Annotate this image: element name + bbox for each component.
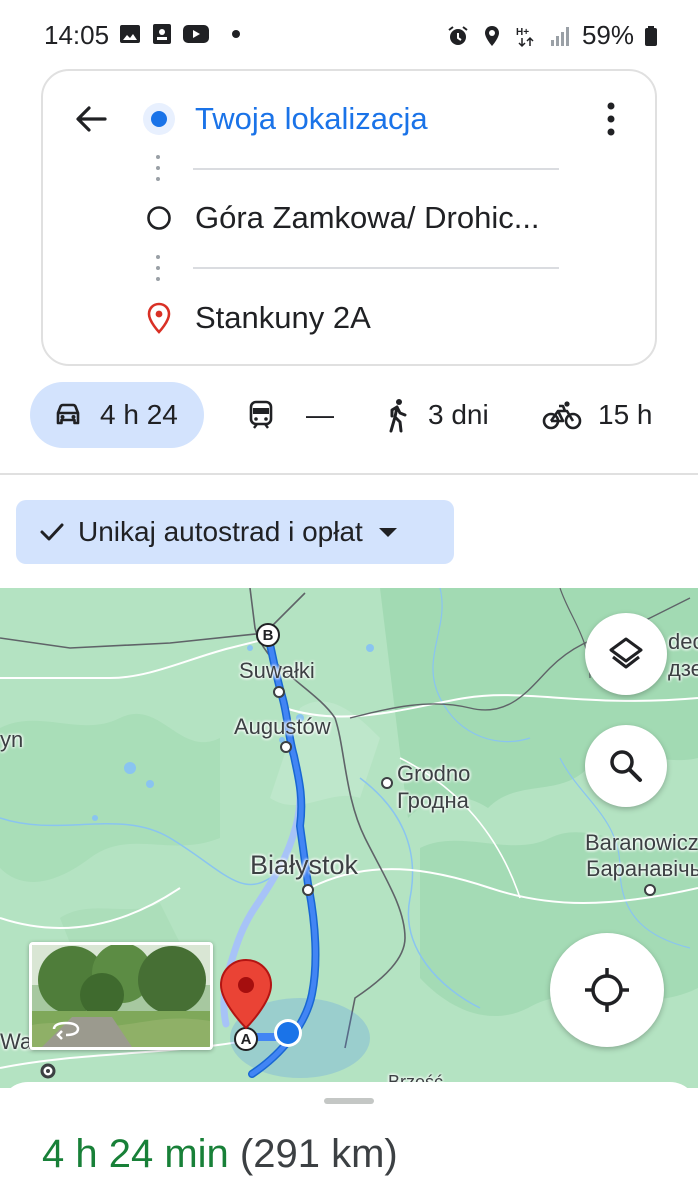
layers-button[interactable] [585,613,667,695]
train-icon [249,400,273,429]
map-label-grodno: Grodno [397,761,471,786]
origin-field[interactable]: Twoja lokalizacja [139,89,569,149]
battery-icon [645,25,657,46]
dot-icon [232,30,240,38]
map-view[interactable]: A B Suwałki Augustów Grodno Гродна Biały… [0,588,698,1088]
gallery-icon [120,25,140,43]
status-right: H+ 59% [446,20,658,51]
bicycle-icon [542,401,582,430]
my-location-button[interactable] [550,933,664,1047]
directions-card: Twoja lokalizacja Góra Zamkowa/ Drohic..… [41,69,657,366]
tab-walk[interactable]: 3 dni [382,382,489,448]
tab-transit-label: — [306,399,334,430]
destination-text: Stankuny 2A [195,300,371,335]
my-location-dot-icon [143,103,175,135]
more-options-icon[interactable] [601,99,621,139]
search-icon [610,750,642,782]
alarm-icon [448,25,468,45]
route-end-marker: B [256,623,280,647]
walking-icon [389,399,407,433]
car-icon [56,403,80,425]
status-bar: 14:05 H+ 59% [0,0,698,70]
avoid-highways-tolls-chip[interactable]: Unikaj autostrad i opłat [16,500,454,564]
map-label-bialystok: Białystok [250,850,359,880]
destination-map-pin-icon[interactable] [218,958,274,1030]
location-icon [484,25,499,46]
layers-icon [609,637,643,669]
back-arrow-icon[interactable] [69,97,113,141]
map-label-yn: yn [0,727,24,752]
field-divider [193,168,559,170]
tab-car-label: 4 h 24 [100,399,178,430]
svg-text:H+: H+ [516,27,529,38]
section-divider [0,473,698,475]
destination-pin-icon [147,302,171,334]
tab-walk-label: 3 dni [428,399,489,430]
origin-text: Twoja lokalizacja [195,101,428,136]
check-icon [40,523,64,541]
tab-bike-label: 15 h [598,399,653,430]
destination-field[interactable]: Stankuny 2A [139,288,569,348]
map-label-augustow: Augustów [234,714,331,739]
route-distance: (291 km) [239,1132,398,1176]
street-view-thumbnail[interactable] [29,942,213,1050]
tab-bike[interactable]: 15 h [542,382,653,448]
map-label-warszawa: Wa [0,1029,33,1054]
waypoint-circle-icon [147,206,171,230]
battery-percent: 59% [581,20,634,50]
search-along-route-button[interactable] [585,725,667,807]
waypoint-text: Góra Zamkowa/ Drohic... [195,200,540,235]
map-label-suwalki: Suwałki [239,658,315,683]
route-summary: 4 h 24 min (291 km) [42,1132,398,1177]
map-label-dec: dec [668,629,698,654]
route-dots [155,255,161,288]
route-summary-sheet[interactable]: 4 h 24 min (291 km) [0,1082,698,1200]
map-label-grodno-by: Гродна [397,788,469,813]
contact-card-icon [153,24,171,44]
map-label-dze: дзе [668,656,698,681]
tab-car[interactable]: 4 h 24 [30,382,204,448]
map-label-baranowicze-by: Баранавічы [586,856,698,881]
status-time: 14:05 [44,20,110,50]
field-divider [193,267,559,269]
hplus-icon: H+ [516,27,534,47]
marker-b-label: B [262,626,274,644]
waypoint-field[interactable]: Góra Zamkowa/ Drohic... [139,188,569,248]
chevron-down-icon [378,528,397,537]
signal-icon [550,26,569,46]
status-left-icons [118,22,242,46]
crosshair-icon [585,968,629,1012]
sheet-drag-handle[interactable] [324,1098,374,1104]
tab-transit[interactable]: — [246,382,334,448]
route-start-marker: A [234,1027,258,1051]
route-duration: 4 h 24 min [42,1132,229,1176]
rotate-360-icon [52,1021,80,1040]
route-dots [155,155,161,188]
map-label-baranowicze: Baranowicz [585,830,698,855]
marker-a-label: A [240,1030,252,1048]
travel-mode-tabs: 4 h 24 — 3 dni 15 h [30,382,670,448]
youtube-icon [183,25,209,43]
chip-label: Unikaj autostrad i opłat [78,516,363,547]
